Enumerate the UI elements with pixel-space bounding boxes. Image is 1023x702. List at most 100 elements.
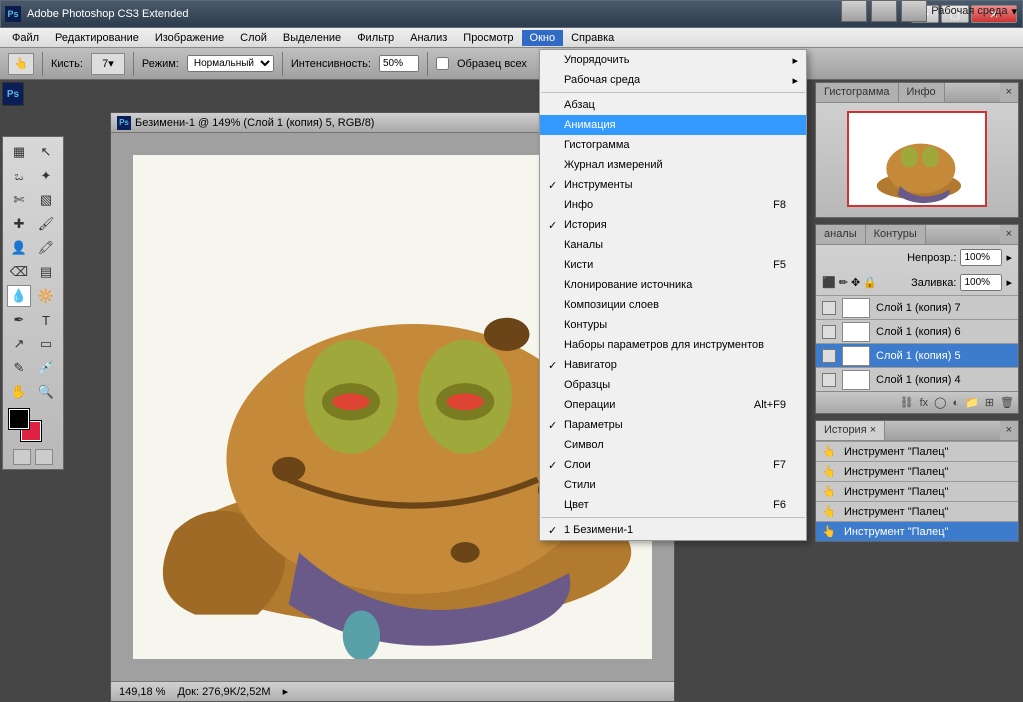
dropdown-icon[interactable]: ▸: [1006, 276, 1012, 289]
channels-tab[interactable]: аналы: [816, 225, 866, 244]
lock-icons[interactable]: ⬛ ✏ ✥ 🔒: [822, 276, 877, 289]
menu-item[interactable]: 1 Безимени-1: [540, 520, 806, 540]
menu-анализ[interactable]: Анализ: [402, 30, 455, 46]
menu-item[interactable]: ЦветF6: [540, 495, 806, 515]
menu-item[interactable]: Стили: [540, 475, 806, 495]
brush-picker[interactable]: 7▾: [91, 53, 125, 75]
eyedropper-tool[interactable]: 💉: [34, 357, 58, 379]
menu-изображение[interactable]: Изображение: [147, 30, 232, 46]
menu-item[interactable]: Образцы: [540, 375, 806, 395]
menu-окно[interactable]: Окно: [522, 30, 564, 46]
menu-item[interactable]: Наборы параметров для инструментов: [540, 335, 806, 355]
menu-item[interactable]: Анимация: [540, 115, 806, 135]
visibility-icon[interactable]: [822, 301, 836, 315]
screen-mode-button[interactable]: [901, 0, 927, 22]
hand-tool[interactable]: ✋: [7, 381, 31, 403]
layer-row[interactable]: Слой 1 (копия) 7: [816, 295, 1018, 319]
menu-слой[interactable]: Слой: [232, 30, 275, 46]
blur-tool[interactable]: 💧: [7, 285, 31, 307]
menu-item[interactable]: Абзац: [540, 95, 806, 115]
brush-tool[interactable]: 🖌: [34, 213, 58, 235]
ps-panel-tab[interactable]: Ps: [2, 82, 24, 106]
type-tool[interactable]: T: [34, 309, 58, 331]
tool-preset-picker[interactable]: 👆: [8, 53, 34, 75]
visibility-icon[interactable]: [822, 325, 836, 339]
marquee-tool[interactable]: ↖: [34, 141, 58, 163]
layer-thumbnail[interactable]: [842, 370, 870, 390]
layer-thumbnail[interactable]: [842, 346, 870, 366]
lasso-tool[interactable]: ಒ: [7, 165, 31, 187]
dropdown-icon[interactable]: ▸: [1006, 251, 1012, 264]
menu-item[interactable]: История: [540, 215, 806, 235]
layer-style-icon[interactable]: fx: [920, 397, 929, 409]
menu-item[interactable]: Инструменты: [540, 175, 806, 195]
menu-item[interactable]: КистиF5: [540, 255, 806, 275]
dodge-tool[interactable]: 🔆: [34, 285, 58, 307]
menu-item[interactable]: Клонирование источника: [540, 275, 806, 295]
zoom-readout[interactable]: 149,18 %: [119, 686, 165, 698]
intensity-input[interactable]: [379, 55, 419, 72]
menu-редактирование[interactable]: Редактирование: [47, 30, 147, 46]
path-sel-tool[interactable]: ↗: [7, 333, 31, 355]
menu-справка[interactable]: Справка: [563, 30, 622, 46]
menu-item[interactable]: Гистограмма: [540, 135, 806, 155]
doc-info[interactable]: Док: 276,9K/2,52M: [177, 686, 270, 698]
menu-выделение[interactable]: Выделение: [275, 30, 349, 46]
menu-item[interactable]: Символ: [540, 435, 806, 455]
crop-tool[interactable]: ✄: [7, 189, 31, 211]
menu-item[interactable]: Композиции слоев: [540, 295, 806, 315]
zoom-tool[interactable]: 🔍: [34, 381, 58, 403]
opacity-input[interactable]: [960, 249, 1002, 266]
history-tab[interactable]: История ×: [816, 421, 885, 440]
mode-select[interactable]: Нормальный: [187, 55, 274, 72]
visibility-icon[interactable]: [822, 373, 836, 387]
arrange-button[interactable]: [871, 0, 897, 22]
menu-item[interactable]: Навигатор: [540, 355, 806, 375]
menu-item[interactable]: Упорядочить: [540, 50, 806, 70]
heal-tool[interactable]: ✚: [7, 213, 31, 235]
foreground-color-swatch[interactable]: [9, 409, 29, 429]
menu-item[interactable]: ИнфоF8: [540, 195, 806, 215]
pen-tool[interactable]: ✒: [7, 309, 31, 331]
sample-all-checkbox[interactable]: [436, 57, 449, 70]
history-row[interactable]: 👆Инструмент "Палец": [816, 461, 1018, 481]
fill-input[interactable]: [960, 274, 1002, 291]
visibility-icon[interactable]: [822, 349, 836, 363]
new-group-icon[interactable]: 📁: [965, 396, 979, 409]
menu-item[interactable]: Каналы: [540, 235, 806, 255]
wand-tool[interactable]: ✦: [34, 165, 58, 187]
link-layers-icon[interactable]: ⛓: [900, 396, 914, 409]
eraser-tool[interactable]: ⌫: [7, 261, 31, 283]
histogram-tab[interactable]: Гистограмма: [816, 83, 899, 102]
panel-close-icon[interactable]: ×: [1000, 225, 1018, 244]
workspace-dropdown-icon[interactable]: ▾: [1011, 5, 1017, 18]
layer-thumbnail[interactable]: [842, 322, 870, 342]
history-row[interactable]: 👆Инструмент "Палец": [816, 441, 1018, 461]
panel-close-icon[interactable]: ×: [1000, 421, 1018, 440]
menu-item[interactable]: Параметры: [540, 415, 806, 435]
layer-thumbnail[interactable]: [842, 298, 870, 318]
new-layer-icon[interactable]: ⊞: [985, 396, 994, 409]
menu-item[interactable]: Рабочая среда: [540, 70, 806, 90]
history-brush-tool[interactable]: 🖍: [34, 237, 58, 259]
navigator-thumbnail[interactable]: [847, 111, 987, 207]
history-row[interactable]: 👆Инструмент "Палец": [816, 501, 1018, 521]
quickmask-mode-button[interactable]: [35, 449, 53, 465]
menu-item[interactable]: Журнал измерений: [540, 155, 806, 175]
delete-layer-icon[interactable]: 🗑: [1000, 396, 1014, 409]
menu-просмотр[interactable]: Просмотр: [455, 30, 521, 46]
menu-item[interactable]: Контуры: [540, 315, 806, 335]
paths-tab[interactable]: Контуры: [866, 225, 926, 244]
stamp-tool[interactable]: 👤: [7, 237, 31, 259]
adjustment-layer-icon[interactable]: ◐: [952, 397, 959, 409]
panel-close-icon[interactable]: ×: [1000, 83, 1018, 102]
notes-tool[interactable]: ✎: [7, 357, 31, 379]
menu-item[interactable]: ОперацииAlt+F9: [540, 395, 806, 415]
layer-row[interactable]: Слой 1 (копия) 6: [816, 319, 1018, 343]
info-tab[interactable]: Инфо: [899, 83, 945, 102]
color-swatches[interactable]: [7, 409, 59, 441]
move-tool[interactable]: ▦: [7, 141, 31, 163]
menu-файл[interactable]: Файл: [4, 30, 47, 46]
layer-row[interactable]: Слой 1 (копия) 5: [816, 343, 1018, 367]
shape-tool[interactable]: ▭: [34, 333, 58, 355]
